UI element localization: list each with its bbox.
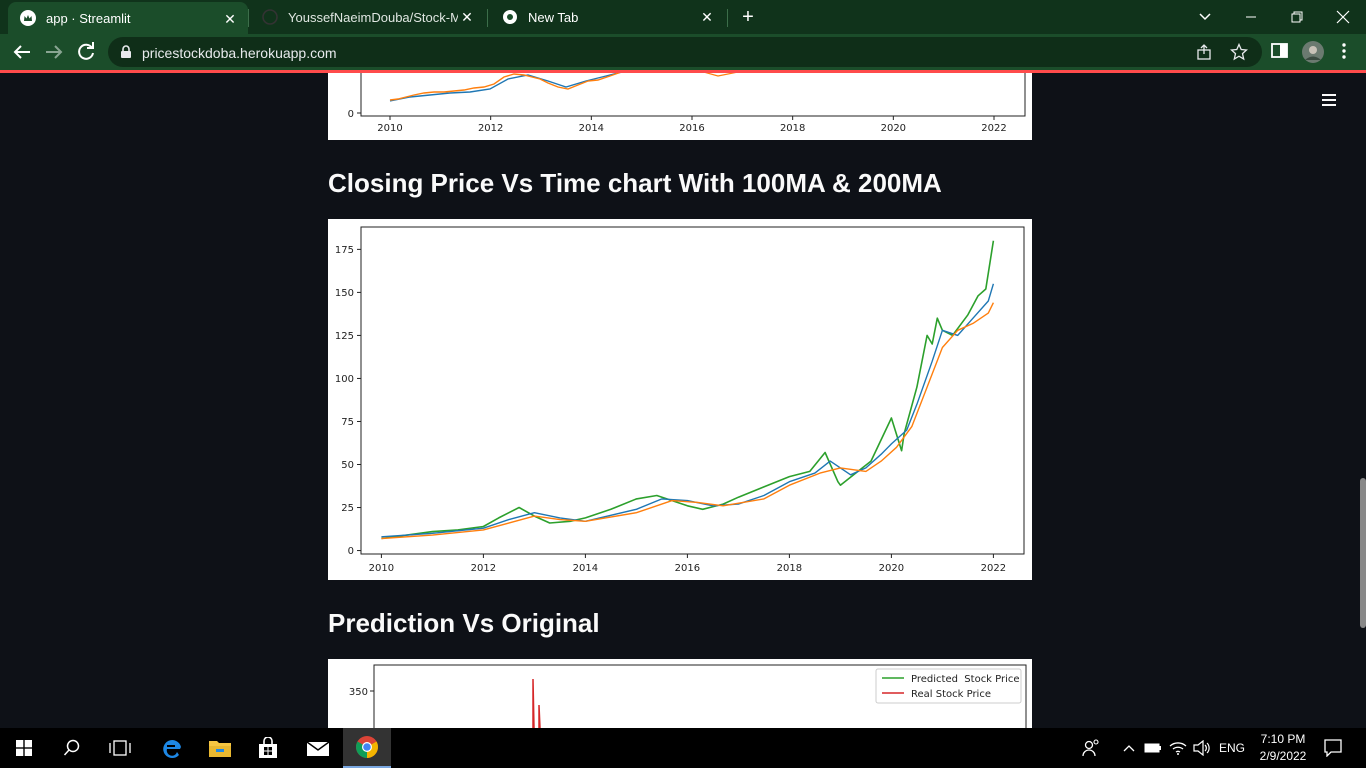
x-tick-label: 2020: [881, 123, 906, 134]
wifi-icon[interactable]: [1166, 728, 1190, 768]
legend-label-real: Real Stock Price: [911, 689, 991, 700]
close-tab-icon[interactable]: ✕: [699, 9, 715, 25]
search-icon[interactable]: [48, 728, 96, 768]
microsoft-store-icon[interactable]: [244, 728, 292, 768]
y-tick-label: 0: [348, 109, 354, 120]
y-tick-label: 175: [335, 245, 354, 256]
tab-title: YoussefNaeimDouba/Stock-Mark: [288, 9, 458, 25]
legend: Predicted Stock Price Real Stock Price: [875, 668, 1022, 704]
chart-ma100: 2010 2012 2014 2016 2018 2020 2022 0: [328, 73, 1032, 140]
lock-icon: [121, 45, 131, 58]
tab-github[interactable]: YoussefNaeimDouba/Stock-Mark ✕: [250, 0, 485, 34]
chart2-plot-frame: [360, 226, 1025, 555]
tab-divider: [727, 9, 728, 27]
share-icon[interactable]: [1196, 44, 1212, 60]
chart3-svg: 350 Predicted Stock Price Real Stock Pri…: [349, 664, 1027, 728]
clock-date[interactable]: 2/9/2022: [1255, 749, 1311, 763]
legend-label-predicted: Predicted Stock Price: [911, 674, 1020, 685]
section-title-prediction-vs-original: Prediction Vs Original: [328, 608, 600, 638]
real-price-spike: [532, 678, 541, 728]
windows-start-icon[interactable]: [0, 728, 48, 768]
streamlit-crown-icon: [20, 10, 36, 26]
x-tick-label: 2020: [879, 563, 904, 574]
chart1-svg: 2010 2012 2014 2016 2018 2020 2022 0: [348, 73, 1026, 134]
back-arrow-icon[interactable]: [10, 40, 34, 64]
tab-title: New Tab: [528, 9, 579, 25]
battery-icon[interactable]: [1142, 728, 1164, 768]
volume-icon[interactable]: [1190, 728, 1214, 768]
x-tick-label: 2014: [573, 563, 598, 574]
mail-icon[interactable]: [294, 728, 342, 768]
forward-arrow-icon[interactable]: [42, 40, 66, 64]
chrome-icon: [503, 10, 517, 24]
x-tick-label: 2010: [377, 123, 402, 134]
x-tick-label: 2010: [369, 563, 394, 574]
language-indicator[interactable]: ENG: [1219, 741, 1245, 755]
section-title-closing-price-ma: Closing Price Vs Time chart With 100MA &…: [328, 168, 942, 198]
chart-prediction-vs-original: 350 Predicted Stock Price Real Stock Pri…: [328, 659, 1032, 728]
edge-browser-icon[interactable]: [148, 728, 196, 768]
file-explorer-icon[interactable]: [196, 728, 244, 768]
y-tick-label: 350: [349, 687, 368, 698]
streamlit-menu-icon[interactable]: [1320, 92, 1340, 108]
show-hidden-icons-chevron[interactable]: [1118, 728, 1140, 768]
tab-search-chevron-icon[interactable]: [1182, 0, 1228, 34]
windows-taskbar: ENG 7:10 PM 2/9/2022: [0, 728, 1366, 768]
x-tick-label: 2022: [981, 563, 1006, 574]
new-tab-button[interactable]: +: [736, 6, 760, 28]
chart-closing-price-ma100-ma200: 2010 2012 2014 2016 2018 2020 2022 0 25 50 75 100 1…: [328, 219, 1032, 580]
tab-streamlit-app[interactable]: app · Streamlit ✕: [8, 2, 248, 34]
close-tab-icon[interactable]: ✕: [222, 11, 238, 27]
side-panel-icon[interactable]: [1270, 41, 1294, 65]
github-icon: [262, 9, 278, 25]
chrome-menu-icon[interactable]: [1334, 41, 1358, 65]
x-tick-label: 2012: [471, 563, 496, 574]
y-tick-label: 125: [335, 331, 354, 342]
x-tick-label: 2022: [981, 123, 1006, 134]
y-tick-label: 150: [335, 288, 354, 299]
y-tick-label: 75: [341, 417, 354, 428]
x-tick-label: 2014: [579, 123, 604, 134]
minimize-button[interactable]: [1228, 0, 1274, 34]
task-view-icon[interactable]: [96, 728, 144, 768]
tab-new-tab[interactable]: New Tab ✕: [490, 0, 725, 34]
y-tick-label: 25: [341, 503, 354, 514]
page-scrollbar[interactable]: [1360, 478, 1366, 628]
y-tick-label: 100: [335, 374, 354, 385]
tab-strip: app · Streamlit ✕ YoussefNaeimDouba/Stoc…: [0, 0, 1366, 34]
close-tab-icon[interactable]: ✕: [459, 9, 475, 25]
y-tick-label: 50: [341, 460, 354, 471]
x-tick-label: 2012: [478, 123, 503, 134]
profile-avatar[interactable]: [1301, 40, 1325, 64]
reload-icon[interactable]: [74, 40, 98, 64]
tab-title: app · Streamlit: [46, 10, 131, 26]
people-icon[interactable]: [1071, 728, 1111, 768]
tab-divider: [487, 9, 488, 27]
url-text: pricestockdoba.herokuapp.com: [142, 45, 337, 61]
restore-button[interactable]: [1274, 0, 1320, 34]
address-bar[interactable]: pricestockdoba.herokuapp.com: [108, 37, 1262, 67]
close-window-button[interactable]: [1320, 0, 1366, 34]
bookmark-star-icon[interactable]: [1230, 43, 1248, 61]
chart2-svg: 2010 2012 2014 2016 2018 2020 2022 0 25 50 75 100 1…: [335, 226, 1025, 574]
series-line-1: [381, 283, 995, 538]
tab-divider: [248, 9, 249, 27]
notification-center-icon[interactable]: [1310, 728, 1356, 768]
x-tick-label: 2018: [780, 123, 805, 134]
x-tick-label: 2018: [777, 563, 802, 574]
x-tick-label: 2016: [679, 123, 704, 134]
y-tick-label: 0: [348, 546, 354, 557]
browser-toolbar: pricestockdoba.herokuapp.com: [0, 34, 1366, 70]
clock-time[interactable]: 7:10 PM: [1259, 732, 1307, 746]
series-line-0: [381, 240, 995, 540]
x-tick-label: 2016: [675, 563, 700, 574]
chrome-taskbar-icon[interactable]: [343, 728, 391, 768]
series-line-2: [381, 302, 995, 540]
